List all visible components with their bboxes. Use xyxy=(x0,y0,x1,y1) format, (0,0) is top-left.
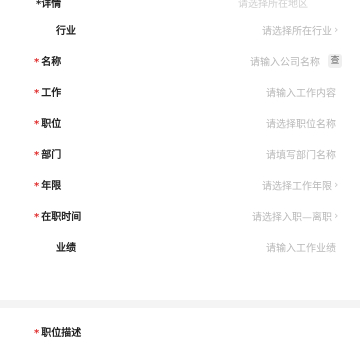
top-left-label: *详情 xyxy=(36,0,62,10)
required-marker: * xyxy=(34,327,40,339)
required-marker: * xyxy=(34,181,40,192)
years-value[interactable]: 请选择工作年限 xyxy=(262,177,332,192)
chevron-right-icon[interactable]: › xyxy=(334,178,344,192)
employment-period-value[interactable]: 请选择入职—离职 xyxy=(252,208,332,223)
required-marker: * xyxy=(34,212,40,223)
form: 行业 请选择所在行业 › * 名称 请输入公司名称 查 * 工作 请输入工作内容 *… xyxy=(0,14,360,300)
lookup-icon[interactable]: 查 xyxy=(328,53,342,68)
years-label: * 年限 xyxy=(34,181,62,192)
form-row-position[interactable]: * 职位 请选择职位名称 xyxy=(0,107,360,138)
form-row-employment-period[interactable]: * 在职时间 请选择入职—离职 › xyxy=(0,200,360,231)
chevron-right-icon[interactable]: › xyxy=(334,209,344,223)
form-row-company-name[interactable]: * 名称 请输入公司名称 查 xyxy=(0,45,360,76)
company-name-value[interactable]: 请输入公司名称 xyxy=(250,53,320,68)
form-row-years[interactable]: * 年限 请选择工作年限 › xyxy=(0,169,360,200)
required-marker: * xyxy=(34,88,40,99)
required-marker: * xyxy=(34,119,40,130)
form-row-work[interactable]: * 工作 请输入工作内容 xyxy=(0,76,360,107)
job-description-row[interactable]: * 职位描述 xyxy=(0,316,360,346)
company-name-label: * 名称 xyxy=(34,57,62,68)
required-marker: * xyxy=(34,150,40,161)
section-divider xyxy=(0,300,360,308)
industry-value[interactable]: 请选择所在行业 xyxy=(262,22,332,37)
position-label: * 职位 xyxy=(34,119,62,130)
form-row-performance[interactable]: 业绩 请输入工作业绩 xyxy=(0,231,360,262)
performance-label: 业绩 xyxy=(56,243,76,254)
required-marker: * xyxy=(34,57,40,68)
position-value[interactable]: 请选择职位名称 xyxy=(266,115,336,130)
top-right-value[interactable]: 请选择所在地区 xyxy=(238,0,308,10)
form-row-department[interactable]: * 部门 请填写部门名称 xyxy=(0,138,360,169)
job-description-label: * 职位描述 xyxy=(34,327,82,339)
department-label: * 部门 xyxy=(34,150,62,161)
work-value[interactable]: 请输入工作内容 xyxy=(266,84,336,99)
work-label: * 工作 xyxy=(34,88,62,99)
employment-period-label: * 在职时间 xyxy=(34,212,82,223)
industry-label: 行业 xyxy=(56,26,76,37)
department-value[interactable]: 请填写部门名称 xyxy=(266,146,336,161)
top-strip: *详情 请选择所在地区 xyxy=(0,0,360,14)
form-row-industry[interactable]: 行业 请选择所在行业 › xyxy=(0,14,360,45)
chevron-right-icon[interactable]: › xyxy=(334,23,344,37)
performance-value[interactable]: 请输入工作业绩 xyxy=(266,239,336,254)
